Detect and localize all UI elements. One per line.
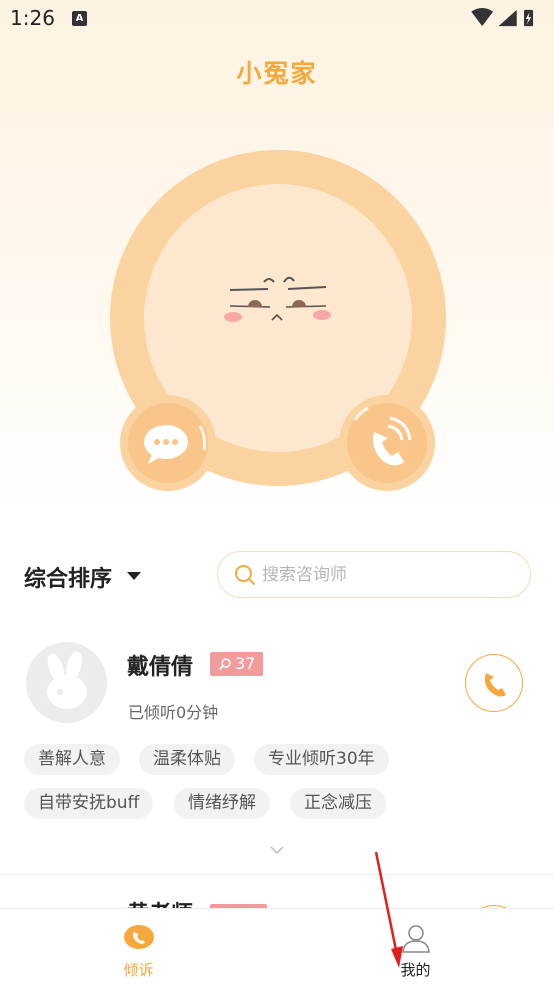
search-input[interactable] bbox=[262, 552, 512, 597]
wifi-icon bbox=[471, 8, 494, 27]
tab-mine[interactable]: 我的 bbox=[277, 909, 554, 984]
search-box[interactable] bbox=[217, 551, 531, 598]
sort-dropdown[interactable]: 综合排序 bbox=[24, 561, 112, 593]
call-button[interactable] bbox=[465, 654, 523, 712]
counselor-name: 戴倩倩 bbox=[127, 655, 194, 680]
tab-bar: 倾诉 我的 bbox=[0, 908, 554, 984]
divider bbox=[0, 874, 554, 875]
status-icons bbox=[471, 8, 534, 27]
phone-icon bbox=[484, 673, 506, 697]
notification-icon: A bbox=[72, 11, 87, 26]
tag: 专业倾听30年 bbox=[254, 744, 389, 775]
tag: 自带安抚buff bbox=[24, 788, 154, 819]
chat-icon bbox=[120, 395, 216, 491]
phone-icon bbox=[123, 925, 154, 949]
tab-confide[interactable]: 倾诉 bbox=[0, 909, 277, 984]
rating-count: 37 bbox=[235, 654, 256, 673]
person-icon bbox=[401, 925, 430, 953]
tag: 正念减压 bbox=[290, 788, 386, 819]
app-title: 小冤家 bbox=[236, 59, 318, 88]
search-small-icon bbox=[218, 658, 231, 671]
phone-call-illustration-icon bbox=[339, 395, 435, 491]
mascot-illustration bbox=[110, 150, 446, 491]
signal-icon bbox=[498, 9, 517, 27]
counselor-card[interactable]: 戴倩倩 37 已倾听0分钟 善解人意 温柔体贴 专业倾听30年 自带安抚buff… bbox=[0, 625, 554, 875]
listened-time: 已倾听0分钟 bbox=[128, 703, 219, 722]
status-bar: 1:26 A bbox=[0, 0, 554, 38]
search-icon bbox=[235, 565, 255, 585]
rating-badge: 37 bbox=[210, 652, 264, 676]
tag: 情绪纾解 bbox=[174, 788, 270, 819]
tab-label: 我的 bbox=[400, 961, 431, 979]
tag: 善解人意 bbox=[24, 744, 120, 775]
tab-label: 倾诉 bbox=[123, 961, 154, 979]
status-time: 1:26 bbox=[10, 6, 55, 30]
rabbit-placeholder-icon bbox=[47, 651, 87, 709]
avatar[interactable] bbox=[26, 642, 107, 723]
chevron-down-icon[interactable] bbox=[270, 845, 284, 855]
caret-down-icon[interactable] bbox=[127, 572, 141, 580]
tag: 温柔体贴 bbox=[139, 744, 235, 775]
